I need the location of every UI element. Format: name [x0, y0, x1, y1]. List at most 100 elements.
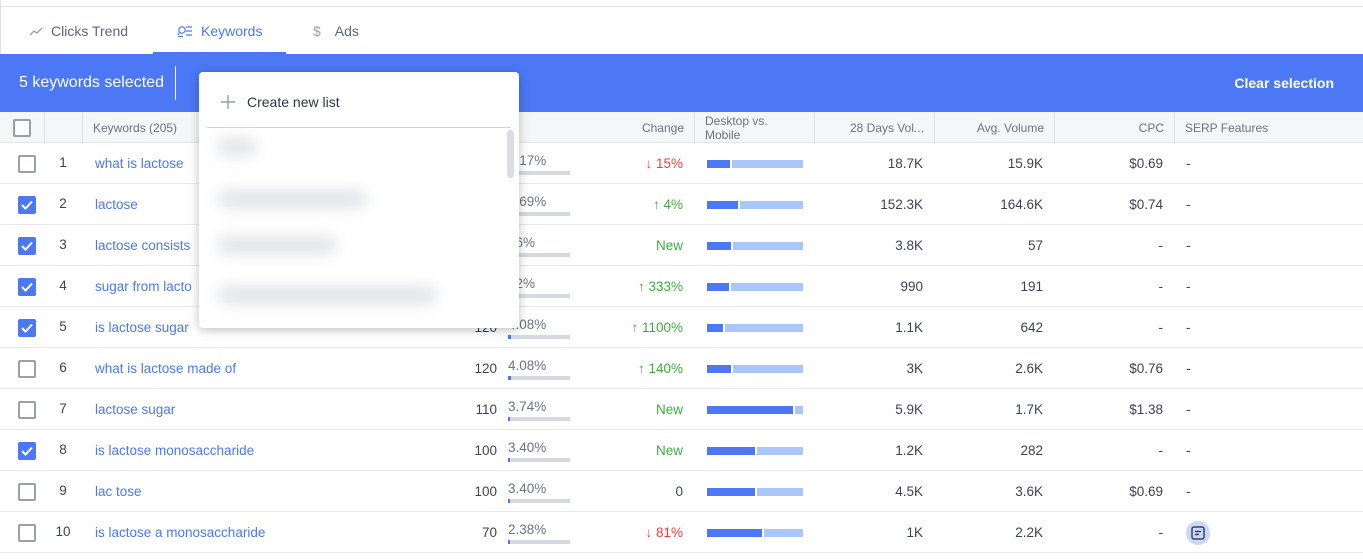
tab-label: Clicks Trend: [51, 22, 129, 39]
change-value: ↓ 81%: [645, 525, 683, 540]
row-checkbox[interactable]: [18, 277, 36, 296]
28-days-volume: 990: [900, 279, 923, 294]
avg-volume: 57: [1027, 238, 1043, 253]
header-cpc[interactable]: CPC: [1054, 112, 1174, 143]
cpc-value: $1.38: [1129, 402, 1163, 417]
row-checkbox[interactable]: [18, 154, 36, 173]
desktop-mobile-bar: [707, 446, 803, 455]
list-item-blurred[interactable]: [217, 286, 437, 304]
28-days-volume: 1.1K: [895, 320, 923, 335]
clicks-value: 100: [474, 443, 497, 458]
cpc-value: $0.74: [1129, 197, 1163, 212]
select-all-checkbox[interactable]: [13, 118, 31, 137]
percent-bar: [508, 334, 570, 339]
list-item-blurred[interactable]: [217, 190, 367, 208]
avg-volume: 164.6K: [1000, 197, 1043, 212]
trend-icon: [29, 27, 43, 35]
avg-volume: 642: [1020, 320, 1043, 335]
create-new-list-button[interactable]: Create new list: [221, 94, 340, 110]
desktop-mobile-bar: [707, 405, 803, 414]
28-days-volume: 3K: [906, 361, 923, 376]
row-number: 8: [59, 442, 67, 457]
percent-bar: [508, 416, 570, 421]
divider: [207, 127, 511, 128]
list-item-blurred[interactable]: [217, 138, 257, 156]
keyword-link[interactable]: lactose consists: [95, 238, 190, 253]
row-number: 1: [59, 155, 67, 170]
change-value: ↓ 15%: [645, 156, 683, 171]
header-avg-volume[interactable]: Avg. Volume: [934, 112, 1054, 143]
clear-selection-button[interactable]: Clear selection: [1234, 75, 1334, 91]
avg-volume: 2.2K: [1015, 525, 1043, 540]
row-checkbox[interactable]: [18, 441, 36, 460]
avg-volume: 282: [1020, 443, 1043, 458]
desktop-mobile-bar: [707, 364, 803, 373]
cpc-value: $0.69: [1129, 484, 1163, 499]
keyword-link[interactable]: lactose: [95, 197, 138, 212]
row-number: 7: [59, 401, 67, 416]
row-number: 6: [59, 360, 67, 375]
table-row: 6 what is lactose made of 120 4.08% ↑ 14…: [0, 348, 1363, 389]
cpc-value: -: [1158, 443, 1164, 458]
keyword-link[interactable]: what is lactose made of: [95, 361, 236, 376]
change-value: ↑ 1100%: [631, 320, 683, 335]
row-checkbox[interactable]: [18, 523, 36, 542]
row-number: 4: [59, 278, 67, 293]
change-value: New: [655, 402, 683, 417]
clicks-value: 110: [475, 402, 497, 417]
header-desktop-mobile[interactable]: Desktop vs. Mobile: [694, 112, 814, 143]
featured-snippet-icon[interactable]: [1186, 520, 1210, 545]
add-to-list-popup: Create new list: [199, 72, 519, 328]
28-days-volume: 18.7K: [887, 156, 923, 171]
cpc-value: -: [1158, 525, 1164, 540]
clicks-percent: 3.40%: [508, 439, 547, 455]
avg-volume: 3.6K: [1015, 484, 1043, 499]
popup-scrollbar[interactable]: [507, 130, 514, 178]
avg-volume: 2.6K: [1015, 361, 1043, 376]
cpc-value: -: [1158, 279, 1164, 294]
tab-bar: Clicks Trend Keywords $ Ads: [0, 7, 1363, 54]
change-value: New: [655, 443, 683, 458]
row-checkbox[interactable]: [18, 359, 36, 378]
clicks-percent: 4.08%: [508, 357, 547, 373]
tab-ads[interactable]: $ Ads: [313, 7, 359, 54]
keyword-link[interactable]: is lactose monosaccharide: [95, 443, 254, 458]
keyword-link[interactable]: lac tose: [95, 484, 142, 499]
row-checkbox[interactable]: [18, 400, 36, 419]
cpc-value: -: [1158, 238, 1164, 253]
row-checkbox[interactable]: [18, 236, 36, 255]
keyword-link[interactable]: is lactose a monosaccharide: [95, 525, 265, 540]
row-checkbox[interactable]: [18, 482, 36, 501]
percent-bar: [508, 539, 570, 544]
divider: [175, 66, 176, 100]
row-number: 9: [59, 483, 67, 498]
row-checkbox[interactable]: [18, 195, 36, 214]
desktop-mobile-bar: [707, 487, 803, 496]
row-number: 5: [59, 319, 67, 334]
clicks-value: 120: [474, 361, 497, 376]
change-value: ↑ 140%: [637, 361, 683, 376]
tab-clicks-trend[interactable]: Clicks Trend: [29, 7, 128, 54]
keyword-link[interactable]: is lactose sugar: [95, 320, 189, 335]
header-serp-features[interactable]: SERP Features: [1174, 112, 1363, 143]
top-border: [0, 0, 1363, 7]
28-days-volume: 4.5K: [895, 484, 923, 499]
tab-label: Keywords: [201, 22, 263, 39]
header-28-days-volume[interactable]: 28 Days Vol...: [814, 112, 934, 143]
28-days-volume: 5.9K: [895, 402, 923, 417]
avg-volume: 191: [1020, 279, 1043, 294]
avg-volume: 15.9K: [1007, 156, 1043, 171]
keyword-link[interactable]: sugar from lacto: [95, 279, 192, 294]
list-item-blurred[interactable]: [217, 236, 337, 254]
table-row: 8 is lactose monosaccharide 100 3.40% Ne…: [0, 430, 1363, 471]
desktop-mobile-bar: [707, 200, 803, 209]
change-value: New: [655, 238, 683, 253]
table-row: 10 is lactose a monosaccharide 70 2.38% …: [0, 512, 1363, 553]
desktop-mobile-bar: [707, 241, 803, 250]
keyword-link[interactable]: what is lactose: [95, 156, 184, 171]
keyword-link[interactable]: lactose sugar: [95, 402, 175, 417]
tab-keywords[interactable]: Keywords: [153, 7, 287, 54]
row-checkbox[interactable]: [18, 318, 36, 337]
percent-bar: [508, 498, 570, 503]
row-number: 10: [55, 524, 71, 539]
